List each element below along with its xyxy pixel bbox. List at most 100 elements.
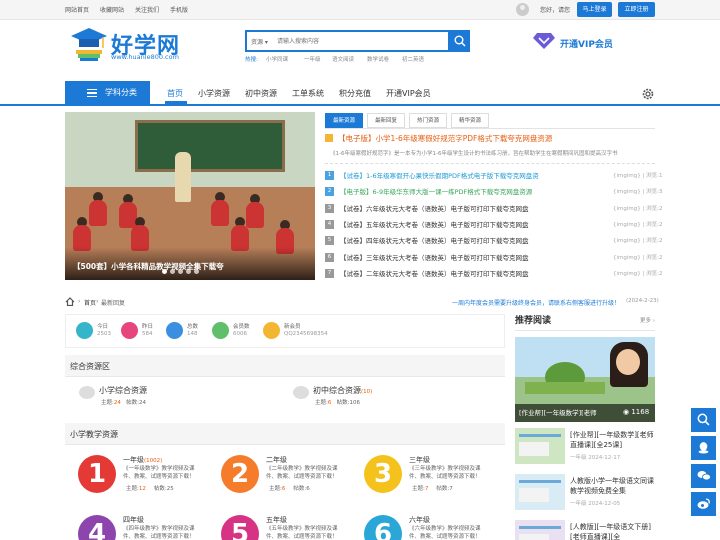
grade-name[interactable]: 二年级: [266, 455, 287, 465]
news-title[interactable]: 【电子版】6-9年级华东师大版一课一练PDF格式下载夸克网盘资源: [340, 186, 532, 196]
nav-home[interactable]: 首页: [167, 88, 183, 99]
grade-number-icon[interactable]: 3: [364, 455, 402, 493]
nav-ticket[interactable]: 工单系统: [292, 88, 324, 99]
news-title[interactable]: 【试卷】六年级状元大考卷（语数英）电子版可打印下载夸克网盘: [340, 203, 529, 213]
news-list-item[interactable]: 2 【电子版】6-9年级华东师大版一课一练PDF格式下载夸克网盘资源 {imgimg…: [325, 185, 662, 199]
recommend-title[interactable]: [人教版][一年级语文下册][老师直播课][全: [570, 522, 655, 540]
more-link[interactable]: 更多 ›: [640, 316, 655, 324]
news-title[interactable]: 【试卷】二年级状元大考卷（语数英）电子版可打印下载夸克网盘: [340, 268, 529, 278]
news-title[interactable]: 【试卷】1-6年级寒假开心果快乐假期PDF格式电子版下载夸克网盘资: [340, 170, 539, 180]
news-list-item[interactable]: 3 【试卷】六年级状元大考卷（语数英）电子版可打印下载夸克网盘 {imgimg} |…: [325, 202, 662, 216]
top-link-favorite[interactable]: 收藏网站: [100, 5, 124, 14]
top-link-home[interactable]: 网站首页: [65, 5, 89, 14]
news-list-item[interactable]: 4 【试卷】五年级状元大考卷（语数英）电子版可打印下载夸克网盘 {imgimg} |…: [325, 218, 662, 232]
grade-name[interactable]: 四年级: [123, 515, 144, 525]
breadcrumb-home[interactable]: 首页: [84, 298, 96, 307]
logo-icon[interactable]: [70, 26, 108, 62]
news-headline[interactable]: 【电子版】小学1-6年级寒假好规范字PDF格式下载夸克网盘资源: [338, 133, 552, 144]
tab-featured-resources[interactable]: 精华资源: [451, 113, 489, 128]
forum-name[interactable]: 初中综合资源(10): [313, 385, 372, 396]
forum-name[interactable]: 小学综合资源: [99, 385, 147, 396]
section-comprehensive-header: 综合资源区: [65, 355, 561, 377]
recommend-title[interactable]: 人教版小学一年级语文同课教学视频免费全集: [570, 476, 655, 496]
section-primary-header: 小学教学资源: [65, 423, 561, 445]
recommend-title: 推荐阅读: [515, 316, 552, 326]
stat-value: 148: [187, 331, 198, 337]
hot-search-item[interactable]: 数学试卷: [367, 55, 389, 63]
login-button[interactable]: 马上登录: [577, 2, 612, 17]
grade-number-icon[interactable]: 5: [221, 515, 259, 540]
stat-value: 6006: [233, 331, 247, 337]
nav-vip[interactable]: 开通VIP会员: [386, 88, 431, 99]
float-search-button[interactable]: [691, 408, 716, 432]
list-rank-badge: 5: [325, 236, 334, 246]
stat-icon: [166, 322, 183, 339]
slider-dot[interactable]: [178, 269, 183, 274]
nav-middle[interactable]: 初中资源: [245, 88, 277, 99]
blackboard: [135, 120, 285, 172]
tab-latest-resources[interactable]: 最新资源: [325, 113, 363, 128]
slider-dot[interactable]: [170, 269, 175, 274]
top-link-follow[interactable]: 关注我们: [135, 5, 159, 14]
grade-number-icon[interactable]: 2: [221, 455, 259, 493]
grade-name[interactable]: 三年级: [409, 455, 430, 465]
stat-label: 今日: [97, 324, 109, 330]
top-link-mobile[interactable]: 手机版: [170, 5, 188, 14]
news-list-item[interactable]: 7 【试卷】二年级状元大考卷（语数英）电子版可打印下载夸克网盘 {imgimg} |…: [325, 267, 662, 281]
hot-search-item[interactable]: 小学同课: [266, 55, 288, 63]
recommend-thumbnail[interactable]: [515, 474, 565, 510]
list-rank-badge: 7: [325, 268, 334, 278]
avatar[interactable]: [516, 3, 529, 16]
forum-icon: [79, 386, 95, 399]
news-title[interactable]: 【试卷】五年级状元大考卷（语数英）电子版可打印下载夸克网盘: [340, 219, 529, 229]
search-type-select[interactable]: 资源 ▾: [251, 37, 268, 46]
nav-recharge[interactable]: 积分充值: [339, 88, 371, 99]
grade-name[interactable]: 五年级: [266, 515, 287, 525]
slider-caption: 【500套】小学各科精品教学视频全集下载夸: [65, 247, 315, 280]
slider-dot[interactable]: [194, 269, 199, 274]
news-title[interactable]: 【试卷】三年级状元大考卷（语数英）电子版可打印下载夸克网盘: [340, 252, 529, 262]
stat-label: 会员数: [233, 324, 250, 330]
hot-search-item[interactable]: 初二英语: [402, 55, 424, 63]
notice-text[interactable]: 一周内年度会员需要升级终身会员，请联系右侧客服进行升级！: [452, 298, 620, 307]
news-meta: {imgimg} | 浏览:2: [613, 270, 663, 277]
gear-icon[interactable]: [641, 87, 655, 101]
home-icon[interactable]: [65, 297, 75, 306]
grade-name[interactable]: 六年级: [409, 515, 430, 525]
hot-search-item[interactable]: 一年级: [304, 55, 321, 63]
recommend-thumbnail[interactable]: [515, 520, 565, 540]
float-qq-button[interactable]: [691, 436, 716, 460]
nav-primary[interactable]: 小学资源: [198, 88, 230, 99]
slider-dot[interactable]: [162, 269, 167, 274]
stat-value: 2503: [97, 331, 111, 337]
grade-number-icon[interactable]: 4: [78, 515, 116, 540]
news-list-item[interactable]: 1 【试卷】1-6年级寒假开心果快乐假期PDF格式电子版下载夸克网盘资 {imgim…: [325, 169, 662, 183]
news-meta: {imgimg} | 浏览:1: [613, 173, 663, 179]
grade-name[interactable]: 一年级(1002): [123, 455, 162, 465]
featured-image[interactable]: [作业帮][一年级数学][老师 ◉ 1168: [515, 337, 655, 422]
grade-number-icon[interactable]: 1: [78, 455, 116, 493]
vip-diamond-icon[interactable]: [533, 32, 555, 50]
news-title[interactable]: 【试卷】四年级状元大考卷（语数英）电子版可打印下载夸克网盘: [340, 235, 529, 245]
image-slider[interactable]: 【500套】小学各科精品教学视频全集下载夸: [65, 112, 315, 280]
weibo-icon: [697, 498, 710, 509]
recommend-thumbnail[interactable]: [515, 428, 565, 464]
float-weibo-button[interactable]: [691, 492, 716, 516]
tab-latest-replies[interactable]: 最新回复: [367, 113, 405, 128]
float-wechat-button[interactable]: [691, 464, 716, 488]
news-list-item[interactable]: 6 【试卷】三年级状元大考卷（语数英）电子版可打印下载夸克网盘 {imgimg} |…: [325, 251, 662, 265]
recommend-meta: 一年级 2024-12-17: [570, 455, 621, 461]
recommend-title[interactable]: [作业帮][一年级数学][老师直播课][全25课]: [570, 430, 655, 450]
tab-hot-resources[interactable]: 热门资源: [409, 113, 447, 128]
search-button[interactable]: [450, 30, 470, 52]
register-button[interactable]: 立即注册: [618, 2, 655, 17]
slider-dot[interactable]: [186, 269, 191, 274]
news-list-item[interactable]: 5 【试卷】四年级状元大考卷（语数英）电子版可打印下载夸克网盘 {imgimg} |…: [325, 234, 662, 248]
forum-icon: [293, 386, 309, 399]
grade-number-icon[interactable]: 6: [364, 515, 402, 540]
vip-link[interactable]: 开通VIP会员: [560, 37, 613, 50]
search-input[interactable]: [277, 33, 442, 50]
category-menu-button[interactable]: 学科分类: [65, 81, 150, 105]
stat-label: 总数: [187, 324, 199, 330]
hot-search-item[interactable]: 语文阅读: [332, 55, 354, 63]
